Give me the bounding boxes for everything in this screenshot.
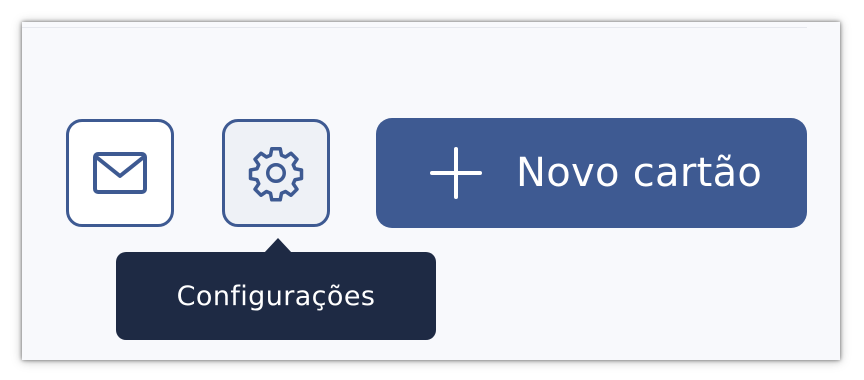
mail-button[interactable]	[66, 119, 174, 227]
screen: Novo cartão Configurações	[0, 0, 864, 380]
divider	[22, 27, 807, 28]
plus-icon	[430, 147, 482, 199]
mail-icon	[92, 151, 148, 195]
new-card-button[interactable]: Novo cartão	[376, 118, 807, 228]
gear-icon	[246, 143, 306, 203]
tooltip-text: Configurações	[176, 280, 376, 312]
tooltip-arrow	[264, 238, 292, 253]
new-card-label: Novo cartão	[516, 150, 763, 196]
settings-button[interactable]	[222, 119, 330, 227]
settings-tooltip: Configurações	[116, 252, 436, 340]
